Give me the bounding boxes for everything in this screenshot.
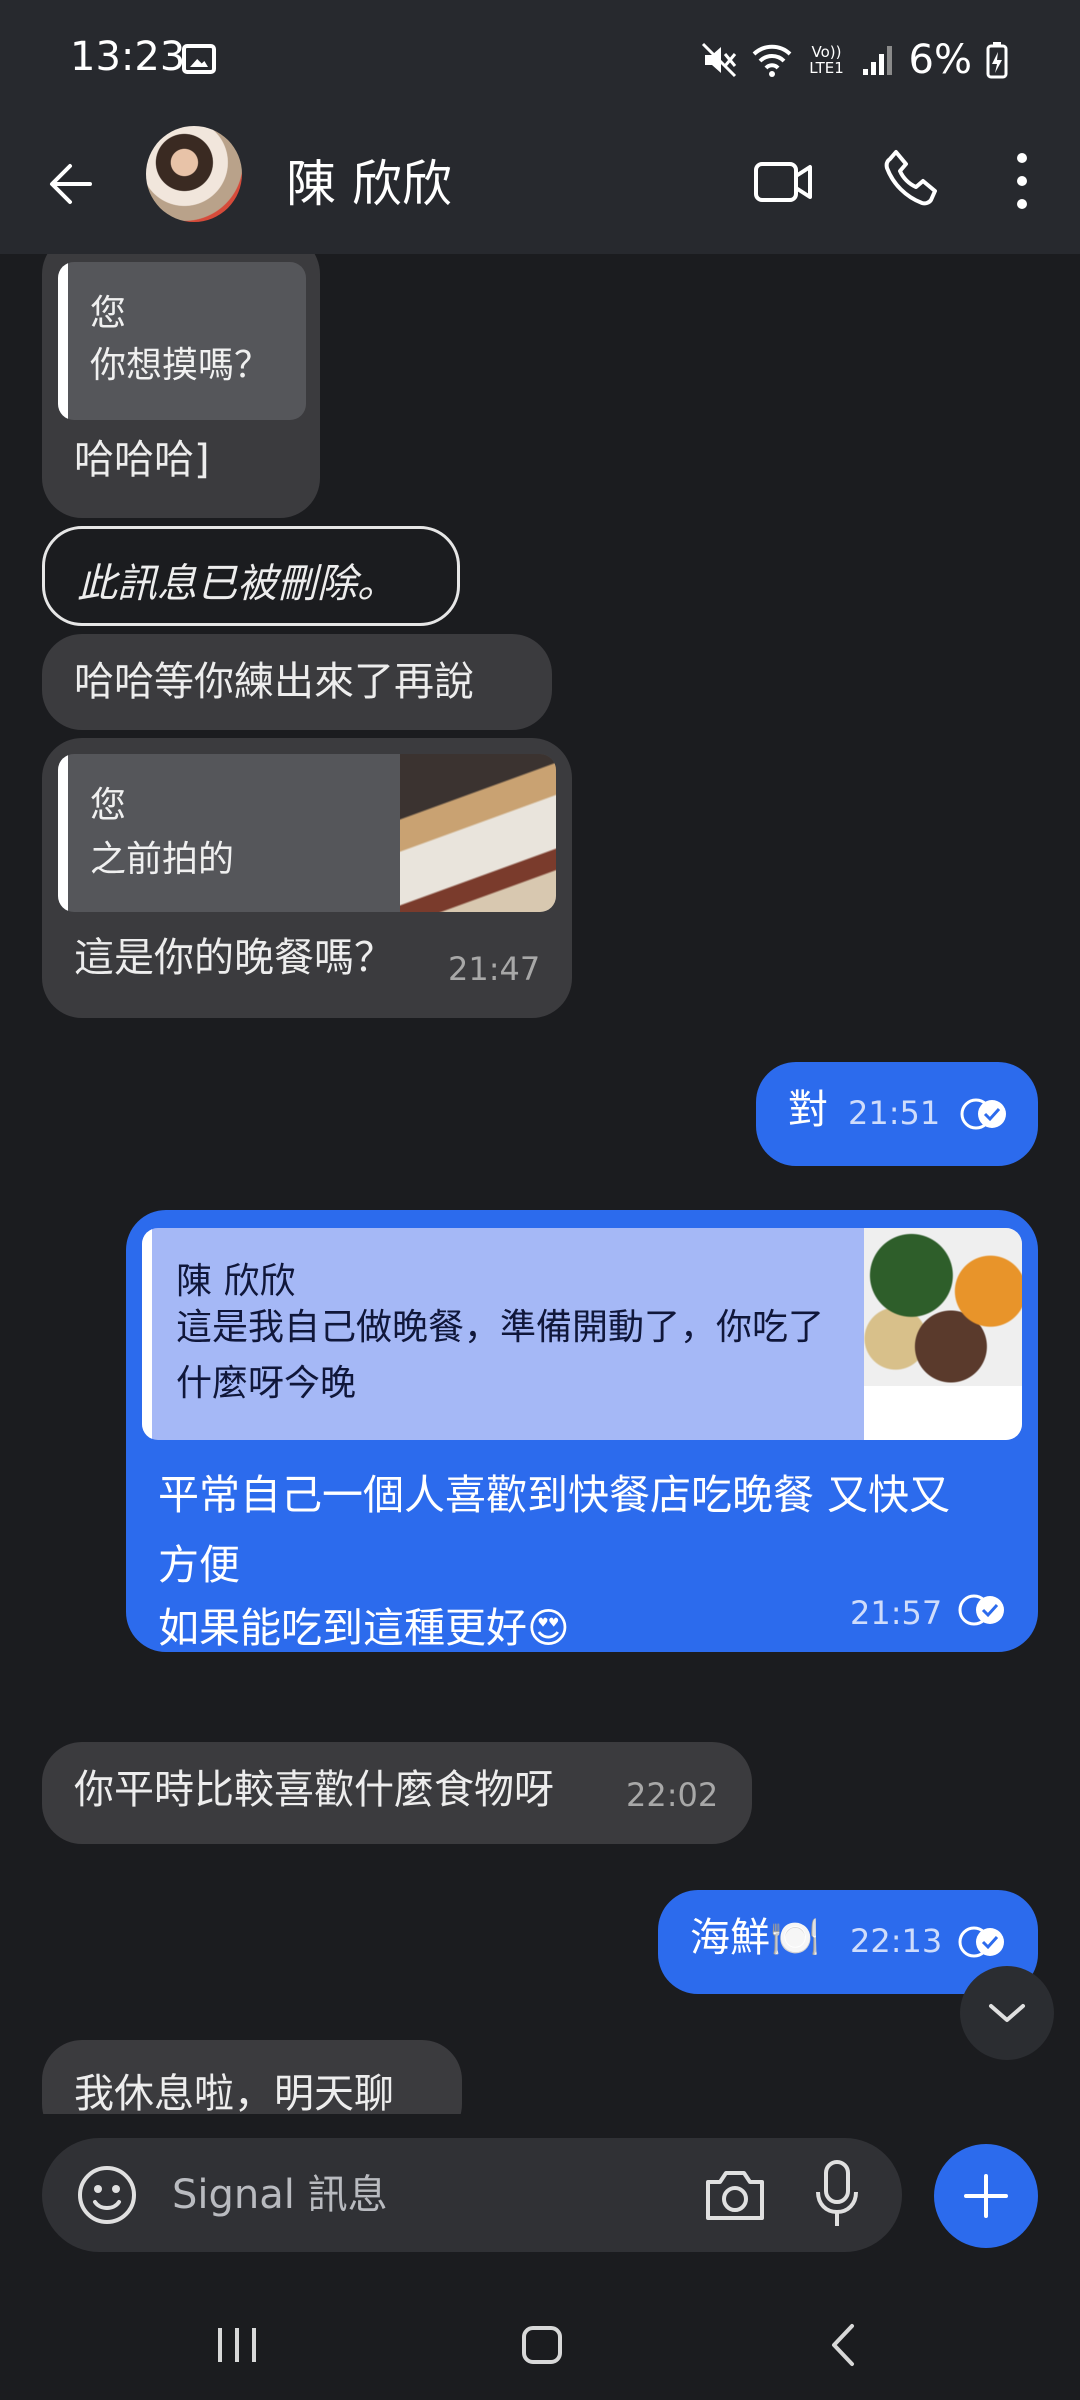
mute-icon [701,42,736,78]
quoted-photo-thumbnail [400,754,556,912]
quote-text: 這是我自己做晚餐，準備開動了，你吃了什麼呀今晚 [176,1307,825,1404]
incoming-message[interactable]: 我休息啦，明天聊 [42,2040,462,2114]
quote-text: 之前拍的 [90,839,235,880]
message-text: 這是你的晚餐嗎？ [74,935,394,981]
read-receipt-icon [960,1098,1006,1130]
phone-call-icon[interactable] [880,146,944,210]
quoted-message[interactable]: 您 你想摸嗎？ [58,262,306,420]
incoming-message[interactable]: 您 你想摸嗎？ 哈哈哈] [42,254,320,518]
outgoing-message[interactable]: 對 21:51 [756,1062,1038,1166]
message-text-line2: 如果能吃到這種更好😍 [158,1604,570,1652]
compose-bar [42,2138,902,2252]
chevron-down-icon [989,2004,1025,2022]
quoted-message[interactable]: 您 之前拍的 [58,754,556,912]
status-icons: Vo)) LTE1 6% [701,30,1008,90]
quote-author: 陳 欣欣 [176,1261,296,1302]
back-arrow-icon[interactable] [40,152,104,216]
video-call-icon[interactable] [752,150,816,214]
quote-author: 您 [90,293,127,334]
more-options-icon[interactable] [1000,146,1044,216]
read-receipt-icon [958,1926,1004,1958]
volte-label: Vo)) LTE1 [809,43,844,77]
message-text: 海鮮🍽️ [690,1915,820,1961]
deleted-message-text: 此訊息已被刪除。 [77,561,397,607]
status-time: 13:23 [70,34,186,80]
image-notification-icon [182,44,216,74]
status-bar: 13:23 Vo)) LTE1 6% [0,0,1080,122]
attach-button[interactable] [934,2144,1038,2248]
message-time: 21:57 [850,1594,943,1632]
quote-author: 您 [90,785,127,826]
battery-charging-icon [986,42,1008,79]
message-time: 22:02 [626,1776,719,1814]
message-text: 對 [788,1087,828,1133]
camera-icon[interactable] [702,2166,768,2226]
contact-name[interactable]: 陳 欣欣 [286,144,452,216]
scroll-to-bottom-button[interactable] [960,1966,1054,2060]
message-text: 哈哈等你練出來了再說 [74,659,474,705]
outgoing-message[interactable]: 陳 欣欣 這是我自己做晚餐，準備開動了，你吃了什麼呀今晚 平常自己一個人喜歡到快… [126,1210,1038,1652]
recent-apps-icon[interactable] [212,2320,262,2370]
quoted-message[interactable]: 陳 欣欣 這是我自己做晚餐，準備開動了，你吃了什麼呀今晚 [142,1228,1022,1440]
quoted-photo-thumbnail [864,1228,1022,1386]
deleted-message[interactable]: 此訊息已被刪除。 [42,526,460,626]
home-icon[interactable] [518,2320,566,2370]
message-text: 你平時比較喜歡什麼食物呀 [74,1767,554,1813]
plus-icon [964,2174,1008,2218]
message-time: 22:13 [850,1922,943,1960]
emoji-icon[interactable] [76,2164,138,2226]
quote-bar [142,1228,152,1440]
quote-bar [58,262,68,420]
battery-percent: 6% [908,37,972,83]
quote-bar [58,754,68,912]
incoming-message[interactable]: 您 之前拍的 這是你的晚餐嗎？ 21:47 [42,738,572,1018]
quote-text: 你想摸嗎？ [90,345,271,386]
contact-avatar[interactable] [146,126,242,222]
microphone-icon[interactable] [812,2158,862,2230]
quoted-photo-strip [864,1386,1022,1440]
incoming-message[interactable]: 你平時比較喜歡什麼食物呀 22:02 [42,1742,752,1844]
message-text: 哈哈哈] [74,437,210,483]
read-receipt-icon [958,1594,1004,1626]
message-text: 平常自己一個人喜歡到快餐店吃晚餐 又快又方便 [158,1471,951,1589]
message-input[interactable] [172,2160,712,2230]
message-text: 我休息啦，明天聊 [74,2071,394,2114]
message-time: 21:47 [448,950,541,988]
message-list[interactable]: 您 你想摸嗎？ 哈哈哈] 此訊息已被刪除。 哈哈等你練出來了再說 您 之前拍的 … [0,254,1080,2114]
wifi-icon [752,44,791,77]
back-icon[interactable] [822,2320,862,2370]
signal-icon [862,46,892,75]
incoming-message[interactable]: 哈哈等你練出來了再說 [42,634,552,730]
message-time: 21:51 [848,1094,941,1132]
system-navigation-bar [0,2290,1080,2400]
